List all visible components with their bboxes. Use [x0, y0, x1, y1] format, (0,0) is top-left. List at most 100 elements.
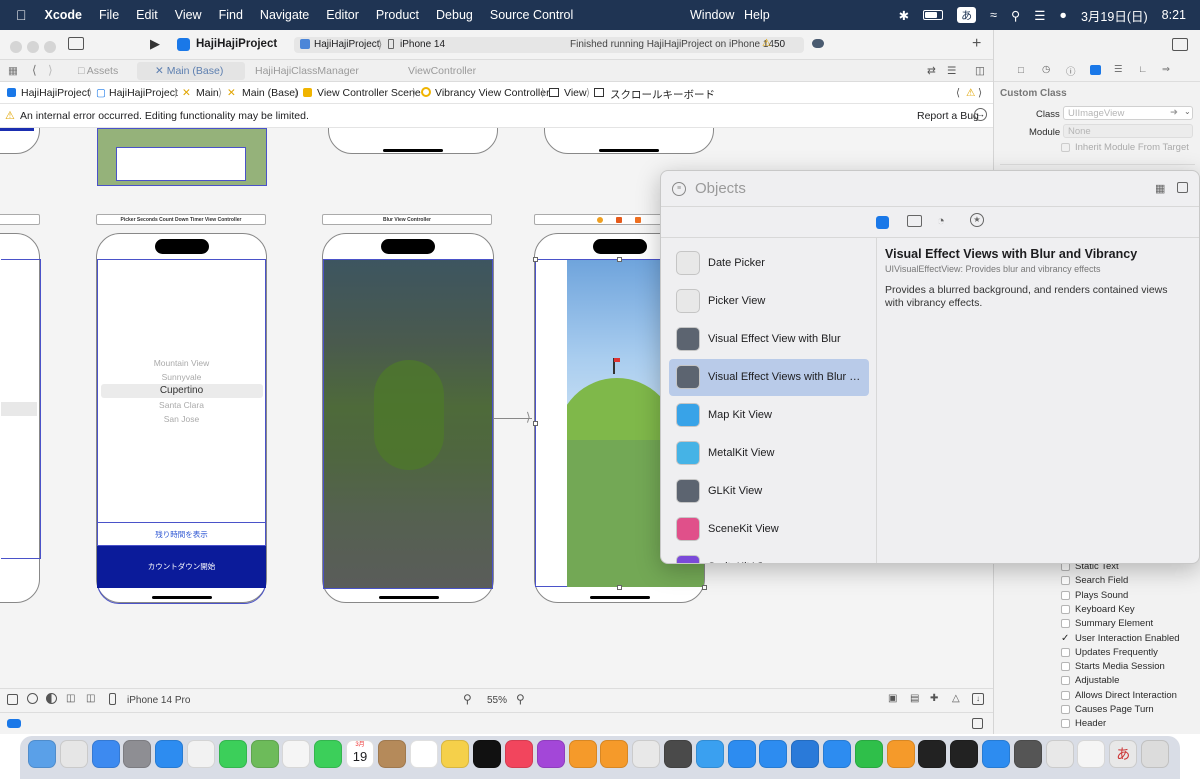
object-item[interactable]: Picker View: [669, 283, 869, 320]
warning-count[interactable]: 50: [774, 39, 785, 50]
object-item[interactable]: Map Kit View: [669, 397, 869, 434]
editor-options-icon[interactable]: ☰: [947, 65, 956, 77]
media-tab-icon[interactable]: [907, 215, 922, 227]
battery-icon[interactable]: [923, 10, 944, 20]
help-inspector-icon[interactable]: ⓘ: [1066, 64, 1076, 78]
menu-edit[interactable]: Edit: [136, 8, 158, 22]
menu-editor[interactable]: Editor: [326, 8, 359, 22]
zoom-icon[interactable]: [982, 740, 1010, 768]
attributes-inspector-icon[interactable]: ☰: [1114, 64, 1123, 75]
notes-app-icon[interactable]: [377, 740, 406, 768]
device-selector[interactable]: iPhone 14: [400, 39, 445, 50]
file-inspector-icon[interactable]: □: [1018, 65, 1024, 76]
mail-icon[interactable]: [91, 740, 120, 768]
add-constraints-icon[interactable]: ✚: [930, 693, 938, 704]
notes-icon[interactable]: [441, 740, 470, 768]
app-store-icon[interactable]: [727, 740, 756, 768]
embed-in-icon[interactable]: ↓: [972, 693, 984, 705]
xcode-icon[interactable]: [759, 740, 788, 768]
breadcrumb-folder[interactable]: HajiHajiProject: [109, 87, 178, 99]
symbols-tab-icon[interactable]: ★: [970, 213, 984, 227]
object-item[interactable]: Date Picker: [669, 245, 869, 282]
document-outline-icon[interactable]: [7, 694, 18, 705]
trait-checkbox[interactable]: ✓: [1061, 633, 1070, 643]
phone-frame-picker[interactable]: Mountain View Sunnyvale Cupertino Santa …: [96, 233, 267, 604]
menu-product[interactable]: Product: [376, 8, 419, 22]
tab-main-base[interactable]: ✕ Main (Base): [155, 65, 223, 77]
trait-checkbox[interactable]: [1061, 590, 1070, 600]
music-icon[interactable]: [505, 740, 533, 768]
picker-view[interactable]: Mountain View Sunnyvale Cupertino Santa …: [97, 356, 266, 426]
report-bug-link[interactable]: Report a Bug: [917, 110, 979, 122]
inspector-toggle-icon[interactable]: [1172, 38, 1188, 51]
appearance-icon[interactable]: [27, 693, 38, 704]
resize-handle[interactable]: [617, 257, 622, 262]
identity-inspector-icon[interactable]: [1090, 65, 1101, 75]
terminal-icon[interactable]: [950, 740, 979, 768]
device-config-label[interactable]: iPhone 14 Pro: [127, 695, 190, 706]
tab-assets[interactable]: □ Assets: [78, 65, 118, 77]
start-countdown-button[interactable]: カウントダウン開始: [97, 546, 266, 588]
phone-frame-top-3[interactable]: [328, 128, 498, 154]
align-icon[interactable]: ▤: [910, 693, 919, 704]
reminders-icon[interactable]: [409, 740, 438, 768]
books-icon[interactable]: [568, 740, 597, 768]
textedit-icon[interactable]: [1077, 740, 1106, 768]
color-palette-icon[interactable]: ◔: [937, 213, 945, 228]
breadcrumb-main[interactable]: Main: [196, 87, 219, 99]
ime-indicator[interactable]: あ: [957, 7, 977, 23]
trait-checkbox[interactable]: [1061, 619, 1070, 629]
tab-class-manager[interactable]: HajiHajiClassManager: [255, 65, 359, 77]
blur-visual-effect-view[interactable]: [323, 259, 493, 589]
run-button[interactable]: ▶: [150, 36, 160, 52]
warning-icon[interactable]: ⚠: [966, 87, 975, 99]
inherit-module-checkbox[interactable]: [1061, 143, 1070, 152]
vscode-icon[interactable]: [791, 740, 820, 768]
swap-arrows-icon[interactable]: ⇄: [927, 65, 936, 77]
phone-frame-left[interactable]: [0, 233, 41, 603]
menu-navigate[interactable]: Navigate: [260, 8, 309, 22]
breadcrumb-project[interactable]: HajiHajiProject: [21, 87, 90, 99]
resize-handle[interactable]: [533, 257, 538, 262]
breadcrumb-main-base[interactable]: Main (Base): [242, 87, 299, 99]
navigator-toggle-icon[interactable]: [68, 37, 84, 50]
zoom-in-icon[interactable]: ⚲: [516, 692, 525, 706]
messages-icon[interactable]: [218, 740, 247, 768]
chevron-down-icon[interactable]: ⌄: [1184, 107, 1191, 116]
vc-title-picker[interactable]: Picker Seconds Count Down Timer View Con…: [96, 214, 266, 225]
trash-icon[interactable]: [1141, 740, 1169, 768]
kotoeri-icon[interactable]: あ: [1109, 740, 1138, 768]
instruments-icon[interactable]: [664, 740, 692, 768]
orientation-icon[interactable]: ◫: [66, 693, 75, 704]
list-view-icon[interactable]: [1177, 182, 1188, 193]
keynote-icon[interactable]: [823, 740, 851, 768]
hide-debug-area-icon[interactable]: [972, 718, 983, 729]
pages-alt-icon[interactable]: [886, 740, 915, 768]
object-item[interactable]: SpriteKit View: [669, 549, 869, 563]
objects-search-input[interactable]: Objects: [695, 180, 746, 197]
phone-frame-blur[interactable]: [322, 233, 494, 603]
close-window-button[interactable]: [10, 41, 22, 53]
menu-help[interactable]: Help: [744, 8, 770, 22]
module-field[interactable]: None: [1063, 124, 1193, 138]
connections-inspector-icon[interactable]: ⇒: [1162, 64, 1170, 75]
siri-icon[interactable]: ●: [1059, 8, 1067, 22]
resolve-issues-icon[interactable]: △: [952, 693, 960, 704]
update-frames-icon[interactable]: ▣: [888, 693, 897, 704]
phone-frame-top-4[interactable]: [544, 128, 714, 154]
back-arrow-icon[interactable]: ⟨: [32, 63, 37, 77]
trait-checkbox[interactable]: [1061, 719, 1070, 729]
github-icon[interactable]: [918, 740, 947, 768]
wifi-icon[interactable]: ≈: [990, 8, 997, 22]
grid-icon[interactable]: ▦: [8, 65, 18, 77]
podcasts-icon[interactable]: [536, 740, 565, 768]
tab-view-controller[interactable]: ViewController: [408, 65, 476, 77]
show-time-button[interactable]: 残り時間を表示: [97, 522, 266, 546]
debug-area-toggle-icon[interactable]: [7, 719, 21, 728]
object-item[interactable]: GLKit View: [669, 473, 869, 510]
breadcrumb-scroll-keyboard[interactable]: スクロールキーボード: [610, 87, 715, 102]
finder-icon[interactable]: [28, 740, 56, 768]
add-library-button[interactable]: +: [972, 35, 981, 53]
testflight-icon[interactable]: [695, 740, 724, 768]
tv-icon[interactable]: [473, 740, 502, 768]
